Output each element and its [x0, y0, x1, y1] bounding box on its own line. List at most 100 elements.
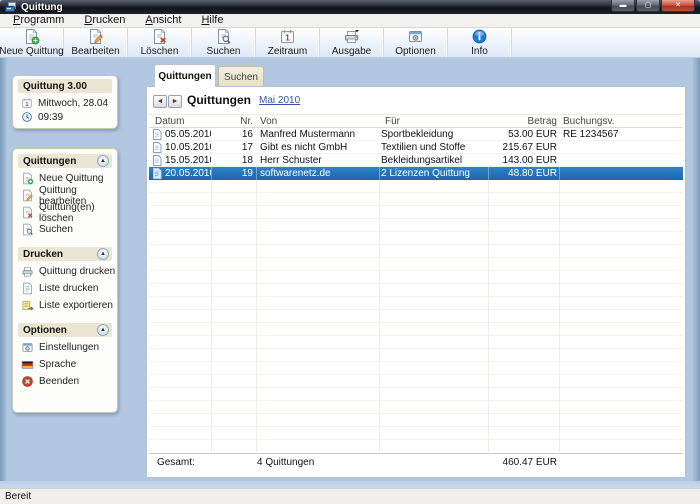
table-header: Datum Nr. Von Für Betrag Buchungsv. [149, 114, 683, 128]
column-header-von[interactable]: Von [260, 115, 277, 128]
table-row[interactable]: 15.05.2010 18 Herr Schuster Bekleidungsa… [149, 154, 683, 167]
sidebar-info-card: Quittung 3.00 1 Mittwoch, 28.04 [12, 75, 118, 129]
receipt-doc-icon [152, 168, 162, 179]
german-flag-icon [21, 358, 34, 371]
window-controls: ▬ ▢ ✕ [611, 0, 695, 12]
quit-icon [21, 375, 34, 388]
table-row[interactable]: 10.05.2010 17 Gibt es nicht GmbH Textili… [149, 141, 683, 154]
toolbar-button-label: Zeitraum [268, 46, 307, 57]
status-text: Bereit [5, 491, 31, 502]
sidebar-item-suchen[interactable]: Suchen [13, 221, 117, 238]
current-date: Mittwoch, 28.04 [38, 98, 108, 109]
collapse-button[interactable]: ▲ [97, 248, 109, 260]
svg-text:1: 1 [285, 34, 290, 43]
clock-icon [21, 111, 33, 123]
new-receipt-icon [23, 29, 40, 45]
app-icon [5, 2, 17, 13]
menu-ansicht[interactable]: Ansicht [135, 14, 191, 27]
list-title: Quittungen [187, 93, 251, 107]
info-circle-icon [471, 29, 488, 45]
column-header-datum[interactable]: Datum [155, 115, 184, 128]
receipt-doc-icon [152, 129, 162, 140]
toolbar-button-label: Optionen [395, 46, 436, 57]
period-link[interactable]: Mai 2010 [259, 95, 300, 106]
toolbar-delete-button[interactable]: Löschen [128, 28, 192, 57]
sidebar-item-beenden[interactable]: Beenden [13, 373, 117, 390]
toolbar-options-button[interactable]: Optionen [384, 28, 448, 57]
printer-icon [21, 265, 34, 278]
toolbar-button-label: Bearbeiten [71, 46, 119, 57]
receipt-list-panel: ◄ ► Quittungen Mai 2010 Datum Nr. Von Fü… [146, 86, 686, 478]
toolbar-button-label: Ausgabe [332, 46, 371, 57]
collapse-button[interactable]: ▲ [97, 155, 109, 167]
svg-text:1: 1 [25, 102, 28, 108]
receipt-doc-icon [152, 142, 162, 153]
settings-window-icon [21, 341, 34, 354]
column-header-fuer[interactable]: Für [385, 115, 400, 128]
sidebar-item-einstellungen[interactable]: Einstellungen [13, 339, 117, 356]
new-receipt-icon [21, 172, 34, 185]
column-header-nr[interactable]: Nr. [209, 115, 253, 128]
sidebar-item-quittung-drucken[interactable]: Quittung drucken [13, 263, 117, 280]
previous-period-button[interactable]: ◄ [153, 95, 167, 108]
time-row: 09:39 [13, 109, 117, 123]
toolbar-new-receipt-button[interactable]: Neue Quittung [0, 28, 64, 57]
edit-receipt-icon [87, 29, 104, 45]
title-bar: Quittung ▬ ▢ ✕ [0, 0, 700, 14]
toolbar-output-button[interactable]: Ausgabe [320, 28, 384, 57]
toolbar-button-label: Info [471, 46, 488, 57]
next-period-button[interactable]: ► [168, 95, 182, 108]
delete-receipt-icon [151, 29, 168, 45]
menu-drucken[interactable]: Drucken [74, 14, 135, 27]
date-row: 1 Mittwoch, 28.04 [13, 95, 117, 109]
menu-hilfe[interactable]: Hilfe [191, 14, 233, 27]
calendar-icon: 1 [279, 29, 296, 45]
status-bar: Bereit [0, 488, 700, 504]
toolbar-edit-button[interactable]: Bearbeiten [64, 28, 128, 57]
maximize-button[interactable]: ▢ [636, 0, 660, 12]
export-icon [21, 299, 34, 312]
document-list-icon [21, 282, 34, 295]
search-receipt-icon [215, 29, 232, 45]
toolbar-button-label: Neue Quittung [0, 46, 64, 57]
section-header-drucken: Drucken ▲ [18, 247, 112, 261]
minimize-button[interactable]: ▬ [611, 0, 635, 12]
app-version-label: Quittung 3.00 [23, 81, 87, 92]
section-header-quittungen: Quittungen ▲ [18, 154, 112, 168]
column-header-buchungsv[interactable]: Buchungsv. [563, 115, 615, 128]
window-frame-right [693, 58, 700, 488]
app-window: Quittung ▬ ▢ ✕ Programm Drucken Ansicht … [0, 0, 700, 504]
section-header-optionen: Optionen ▲ [18, 323, 112, 337]
total-amount: 460.47 EUR [485, 456, 557, 469]
column-header-betrag[interactable]: Betrag [485, 115, 557, 128]
settings-window-icon [407, 29, 424, 45]
tab-suchen[interactable]: Suchen [218, 66, 264, 87]
toolbar-period-button[interactable]: 1 Zeitraum [256, 28, 320, 57]
table-footer: Gesamt: 4 Quittungen 460.47 EUR [149, 456, 683, 470]
close-button[interactable]: ✕ [661, 0, 695, 12]
toolbar-search-button[interactable]: Suchen [192, 28, 256, 57]
table-row[interactable]: 05.05.2010 16 Manfred Mustermann Sportbe… [149, 128, 683, 141]
printer-dropdown-icon [343, 29, 360, 45]
info-card-header: Quittung 3.00 [18, 79, 112, 93]
search-receipt-icon [21, 223, 34, 236]
menu-programm[interactable]: Programm [3, 14, 74, 27]
sidebar-item-sprache[interactable]: Sprache [13, 356, 117, 373]
sidebar-nav-card: Quittungen ▲ Neue Quittung [12, 148, 118, 413]
delete-receipt-icon [21, 206, 34, 219]
toolbar-info-button[interactable]: Info [448, 28, 512, 57]
total-label: Gesamt: [157, 456, 195, 469]
current-time: 09:39 [38, 112, 63, 123]
sidebar-item-quittungen-loeschen[interactable]: Quittung(en) löschen [13, 204, 117, 221]
empty-list-area [149, 180, 683, 452]
sidebar-item-liste-drucken[interactable]: Liste drucken [13, 280, 117, 297]
collapse-button[interactable]: ▲ [97, 324, 109, 336]
toolbar-button-label: Löschen [141, 46, 179, 57]
table-row-selected[interactable]: 20.05.2010 19 softwarenetz.de 2 Lizenzen… [149, 167, 683, 180]
tab-quittungen[interactable]: Quittungen [154, 64, 216, 87]
sidebar-item-liste-exportieren[interactable]: Liste exportieren [13, 297, 117, 314]
receipt-doc-icon [152, 155, 162, 166]
toolbar: Neue Quittung Bearbeiten [0, 28, 700, 58]
window-frame-left [0, 58, 7, 488]
edit-receipt-icon [21, 189, 34, 202]
